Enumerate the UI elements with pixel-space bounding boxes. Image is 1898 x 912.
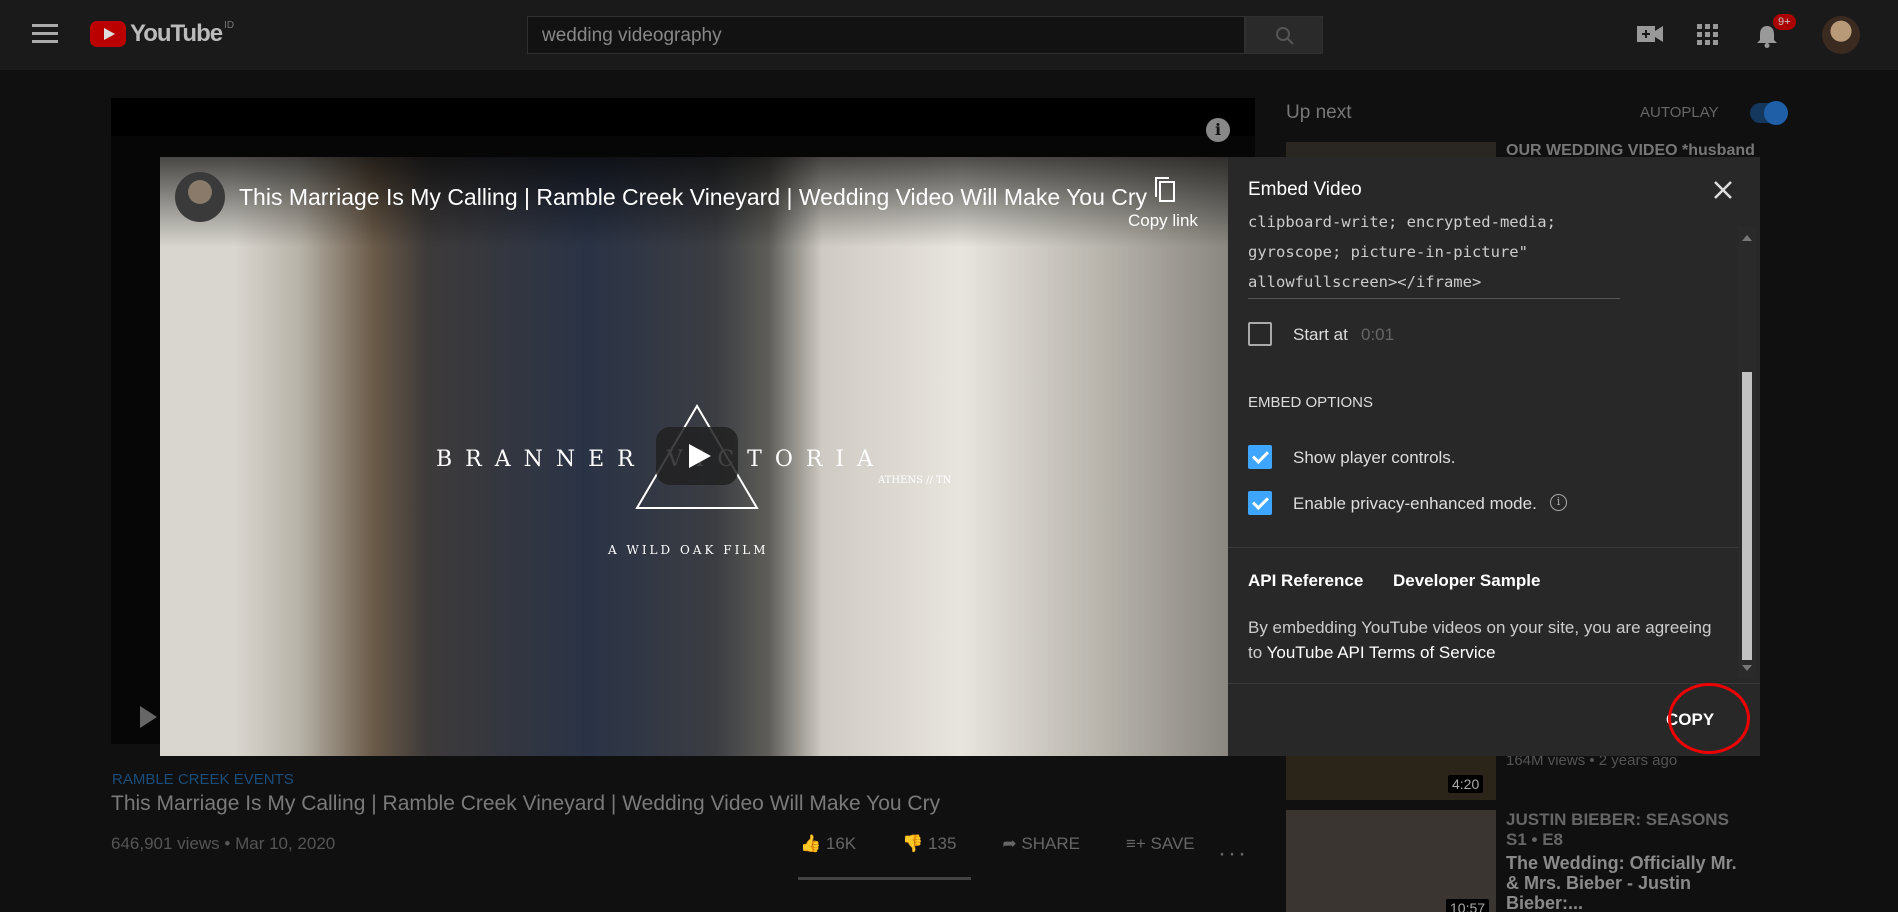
embed-code-line-2: gyroscope; picture-in-picture"	[1248, 243, 1528, 261]
search-icon	[1276, 27, 1294, 45]
user-avatar[interactable]	[1822, 16, 1860, 54]
apps-grid-icon[interactable]	[1697, 24, 1723, 48]
like-button[interactable]: 👍 16K	[800, 834, 872, 854]
autoplay-label: AUTOPLAY	[1640, 104, 1719, 121]
show-player-controls-checkbox[interactable]	[1248, 445, 1272, 469]
start-at-label[interactable]: Start at	[1293, 325, 1348, 345]
scrollbar-thumb[interactable]	[1742, 372, 1752, 660]
overlay-film-credit: A WILD OAK FILM	[608, 543, 769, 557]
video-actions: 👍 16K 👎 135 ➦ SHARE ≡+ SAVE	[800, 834, 1227, 854]
player-video-title[interactable]: This Marriage Is My Calling | Ramble Cre…	[239, 184, 1147, 211]
embed-video-panel: Embed Video clipboard-write; encrypted-m…	[1228, 157, 1760, 756]
more-actions-icon[interactable]: ···	[1218, 840, 1248, 868]
logo-text: YouTube	[130, 20, 223, 47]
privacy-mode-checkbox[interactable]	[1248, 491, 1272, 515]
notification-count-badge: 9+	[1773, 14, 1796, 30]
location-tag[interactable]: RAMBLE CREEK EVENTS	[112, 771, 294, 788]
duration-badge-3: 10:57	[1446, 899, 1490, 912]
close-icon[interactable]	[1713, 180, 1733, 200]
dislike-button[interactable]: 👎 135	[902, 834, 972, 854]
embed-code-line-1: clipboard-write; encrypted-media;	[1248, 215, 1556, 231]
share-label: SHARE	[1021, 834, 1080, 853]
developer-sample-link[interactable]: Developer Sample	[1393, 571, 1540, 591]
scroll-down-arrow-icon[interactable]	[1742, 665, 1752, 671]
copy-link-icon[interactable]	[1154, 177, 1176, 203]
page: YouTube ID wedding videography 9+ i RAMB…	[0, 0, 1898, 912]
section-divider	[1228, 547, 1740, 548]
embed-panel-scrollbar[interactable]	[1738, 227, 1756, 679]
play-button-icon[interactable]	[656, 427, 738, 485]
show-player-controls-label[interactable]: Show player controls.	[1293, 448, 1456, 468]
youtube-play-logo-icon	[90, 21, 126, 47]
overlay-city-text: ATHENS // TN	[878, 475, 952, 486]
embed-panel-title: Embed Video	[1248, 179, 1362, 200]
privacy-mode-info-icon[interactable]: i	[1550, 494, 1567, 511]
api-reference-link[interactable]: API Reference	[1248, 571, 1363, 591]
dislike-count: 135	[928, 834, 957, 853]
background-play-icon[interactable]	[140, 706, 157, 728]
search-input[interactable]: wedding videography	[527, 16, 1245, 54]
video-info-icon[interactable]: i	[1206, 118, 1230, 142]
side-video-title-3[interactable]: The Wedding: Officially Mr. & Mrs. Biebe…	[1506, 853, 1746, 912]
start-at-checkbox[interactable]	[1248, 322, 1272, 346]
masthead: YouTube ID wedding videography 9+	[0, 0, 1898, 70]
embed-legal-text: By embedding YouTube videos on your site…	[1248, 615, 1728, 665]
embed-video-preview[interactable]: This Marriage Is My Calling | Ramble Cre…	[160, 157, 1228, 756]
footer-divider	[1228, 683, 1760, 684]
create-video-icon[interactable]	[1637, 24, 1663, 48]
up-next-heading: Up next	[1286, 102, 1352, 123]
background-video-title: This Marriage Is My Calling | Ramble Cre…	[111, 792, 941, 815]
channel-avatar[interactable]	[175, 172, 225, 222]
autoplay-toggle[interactable]	[1750, 101, 1788, 125]
like-count: 16K	[825, 834, 857, 853]
scroll-up-arrow-icon[interactable]	[1742, 235, 1752, 241]
start-at-time-input[interactable]: 0:01	[1361, 325, 1394, 345]
privacy-mode-label[interactable]: Enable privacy-enhanced mode.	[1293, 494, 1537, 514]
copy-link-label[interactable]: Copy link	[1128, 211, 1198, 231]
views-and-date: 646,901 views • Mar 10, 2020	[111, 834, 336, 853]
save-label: SAVE	[1150, 834, 1195, 853]
share-button[interactable]: ➦ SHARE	[1002, 834, 1096, 854]
save-button[interactable]: ≡+ SAVE	[1126, 834, 1211, 854]
logo-country-code: ID	[224, 20, 235, 31]
background-video-topbar	[111, 98, 1255, 136]
embed-code-textarea[interactable]: clipboard-write; encrypted-media; gyrosc…	[1248, 215, 1620, 299]
copy-button-highlight-circle	[1668, 683, 1750, 754]
embed-options-heading: EMBED OPTIONS	[1248, 394, 1374, 411]
side-thumbnail-3[interactable]	[1286, 810, 1496, 912]
duration-badge-2: 4:20	[1448, 775, 1484, 793]
youtube-logo[interactable]: YouTube ID	[90, 20, 234, 48]
hamburger-menu-icon[interactable]	[32, 24, 58, 46]
like-ratio-bar	[798, 877, 971, 880]
search-button[interactable]	[1245, 16, 1323, 54]
side-video-series-3: JUSTIN BIEBER: SEASONS S1 • E8	[1506, 810, 1729, 849]
api-terms-link[interactable]: YouTube API Terms of Service	[1267, 643, 1496, 662]
embed-code-line-3: allowfullscreen></iframe>	[1248, 273, 1482, 291]
